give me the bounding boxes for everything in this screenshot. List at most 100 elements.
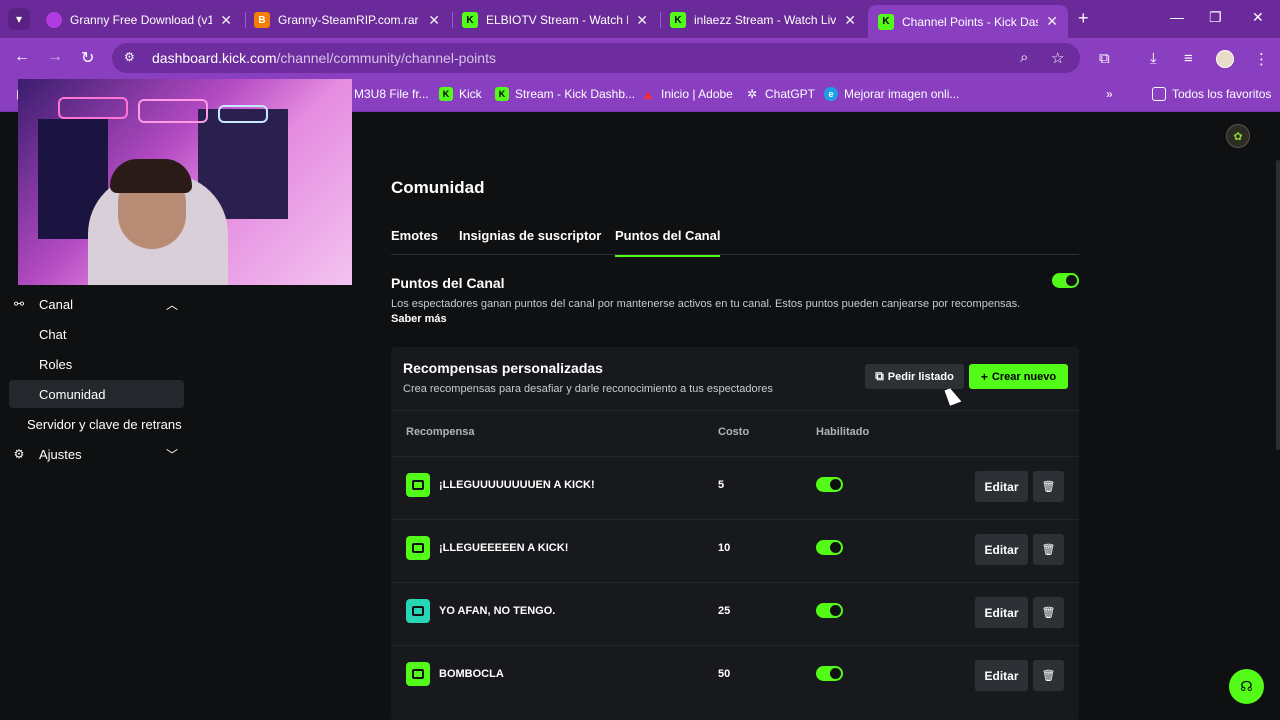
button-label: Crear nuevo [991, 370, 1057, 383]
streamer-hair [110, 159, 192, 193]
sidebar-item-canal[interactable]: ⚯ Canal ︿ [9, 290, 184, 318]
kick-icon: K [439, 87, 453, 101]
media-control-icon[interactable]: ≡ [1184, 50, 1193, 67]
bookmark-label: Inicio | Adobe [661, 87, 733, 101]
browser-toolbar: ← → ↻ ⚙ dashboard.kick.com/channel/commu… [0, 38, 1280, 78]
bookmark-label: M3U8 File fr... [354, 87, 429, 101]
column-header-cost: Costo [718, 426, 750, 438]
edit-button[interactable]: Editar [975, 534, 1028, 565]
learn-more-link[interactable]: Saber más [391, 313, 447, 325]
trash-icon[interactable]: 🗑 [1033, 471, 1064, 502]
trash-icon[interactable]: 🗑 [1033, 660, 1064, 691]
help-chat-button[interactable]: ☊ [1229, 669, 1264, 704]
tab-puntos-del-canal[interactable]: Puntos del Canal [615, 228, 721, 257]
menu-kebab-icon[interactable]: ⋮ [1254, 50, 1269, 68]
close-icon[interactable]: ✕ [220, 12, 232, 29]
trash-icon[interactable]: 🗑 [1033, 534, 1064, 565]
reward-name: YO AFAN, NO TENGO. [439, 605, 556, 617]
profile-avatar[interactable] [1216, 50, 1234, 68]
request-list-button[interactable]: ⧉ Pedir listado [865, 364, 964, 389]
close-icon[interactable]: ✕ [428, 12, 440, 29]
reward-enabled-toggle[interactable] [816, 666, 843, 681]
site-info-icon[interactable]: ⚙ [124, 50, 140, 66]
address-bar[interactable]: ⚙ dashboard.kick.com/channel/community/c… [112, 43, 1080, 73]
adobe-icon: ▲ [641, 86, 655, 102]
sidebar-item-label: Chat [39, 326, 67, 342]
create-new-button[interactable]: + Crear nuevo [969, 364, 1068, 389]
reward-name: BOMBOCLA [439, 668, 504, 680]
table-row: ¡LLEGUEEEEEN A KICK! 10 Editar 🗑 [391, 519, 1079, 582]
url-path: /channel/community/channel-points [276, 50, 496, 66]
community-tabs: Emotes Insignias de suscriptor Puntos de… [391, 223, 1079, 257]
edit-button[interactable]: Editar [975, 597, 1028, 628]
trash-icon[interactable]: 🗑 [1033, 597, 1064, 628]
blogger-favicon-icon: B [254, 12, 270, 28]
sidebar-item-label: Ajustes [39, 446, 82, 462]
zoom-search-icon[interactable]: ⌕ [1020, 49, 1028, 66]
browser-tab-inlaezz[interactable]: K inlaezz Stream - Watch Live ✕ [660, 5, 866, 35]
channel-points-toggle[interactable] [1052, 273, 1079, 288]
webcam-overlay [18, 79, 352, 285]
bookmark-stream-kick[interactable]: K Stream - Kick Dashb... [495, 87, 635, 101]
bookmark-star-icon[interactable]: ☆ [1051, 49, 1064, 67]
reward-enabled-toggle[interactable] [816, 477, 843, 492]
bookmark-label: ChatGPT [765, 87, 816, 101]
edit-button[interactable]: Editar [975, 660, 1028, 691]
folder-icon [1152, 87, 1166, 101]
sidebar-item-roles[interactable]: Roles [9, 350, 184, 378]
sidebar-item-ajustes[interactable]: ⚙ Ajustes ﹀ [9, 440, 184, 468]
table-row: YO AFAN, NO TENGO. 25 Editar 🗑 [391, 582, 1079, 645]
reward-enabled-toggle[interactable] [816, 603, 843, 618]
bookmark-chatgpt[interactable]: ✲ ChatGPT [745, 87, 815, 101]
close-window-icon[interactable]: ✕ [1252, 9, 1264, 26]
sidebar-item-label: Canal [39, 296, 73, 312]
url-domain: dashboard.kick.com [152, 50, 277, 66]
sidebar-item-comunidad[interactable]: Comunidad [9, 380, 184, 408]
bookmark-kick[interactable]: K Kick [439, 87, 482, 101]
back-arrow-icon[interactable]: ← [14, 48, 30, 66]
tab-insignias[interactable]: Insignias de suscriptor [459, 228, 601, 243]
reload-icon[interactable]: ↻ [81, 48, 94, 68]
column-header-enabled: Habilitado [816, 426, 870, 438]
bookmark-adobe[interactable]: ▲ Inicio | Adobe [641, 86, 733, 102]
restore-icon[interactable]: ❐ [1209, 9, 1222, 26]
tab-title: Channel Points - Kick Dashb [902, 14, 1038, 29]
sidebar-item-chat[interactable]: Chat [9, 320, 184, 348]
more-bookmarks-chevron-icon[interactable]: » [1106, 87, 1113, 101]
download-icon[interactable]: ⤓ [1150, 50, 1157, 67]
page-scrollbar[interactable] [1276, 160, 1280, 450]
sidebar-item-label: Servidor y clave de retrans [27, 416, 182, 432]
reward-enabled-toggle[interactable] [816, 540, 843, 555]
bookmark-mejorar-imagen[interactable]: e Mejorar imagen onli... [824, 87, 959, 101]
browser-tab-strip: ▾ Granny Free Download (v1.3 ✕ B Granny-… [0, 0, 1280, 38]
browser-tab-steamrip[interactable]: B Granny-SteamRIP.com.rar ✕ [244, 5, 450, 35]
forward-arrow-icon[interactable]: → [47, 48, 63, 66]
close-icon[interactable]: ✕ [1046, 13, 1058, 30]
chevron-up-icon: ︿ [165, 297, 178, 312]
sidebar-item-label: Comunidad [39, 386, 106, 402]
kick-favicon-icon: K [670, 12, 686, 28]
close-icon[interactable]: ✕ [636, 12, 648, 29]
browser-tab-channel-points[interactable]: K Channel Points - Kick Dashb ✕ [868, 5, 1068, 38]
tab-title: Granny Free Download (v1.3 [70, 13, 213, 27]
new-tab-icon[interactable]: + [1078, 8, 1089, 29]
extensions-icon[interactable]: ⧉ [1099, 50, 1110, 67]
reward-cost: 50 [718, 668, 731, 680]
bookmark-label: Todos los favoritos [1172, 87, 1272, 101]
browser-tab-elbiotv[interactable]: K ELBIOTV Stream - Watch Liv ✕ [452, 5, 658, 35]
user-avatar[interactable]: ✿ [1226, 124, 1250, 148]
custom-rewards-card: Recompensas personalizadas Crea recompen… [391, 347, 1079, 720]
edge-icon: e [824, 87, 838, 101]
minimize-icon[interactable]: — [1170, 9, 1184, 25]
reward-cost: 10 [718, 542, 731, 554]
sidebar-item-servidor[interactable]: Servidor y clave de retrans [9, 410, 199, 438]
button-label: Pedir listado [887, 370, 954, 383]
tab-emotes[interactable]: Emotes [391, 228, 438, 243]
column-header-reward: Recompensa [406, 426, 475, 438]
browser-tab-granny[interactable]: Granny Free Download (v1.3 ✕ [36, 5, 242, 35]
bookmark-m3u8[interactable]: M3U8 File fr... [354, 87, 429, 101]
all-bookmarks-folder[interactable]: Todos los favoritos [1152, 87, 1271, 101]
tab-search-button[interactable]: ▾ [8, 8, 30, 30]
edit-button[interactable]: Editar [975, 471, 1028, 502]
close-icon[interactable]: ✕ [844, 12, 856, 29]
